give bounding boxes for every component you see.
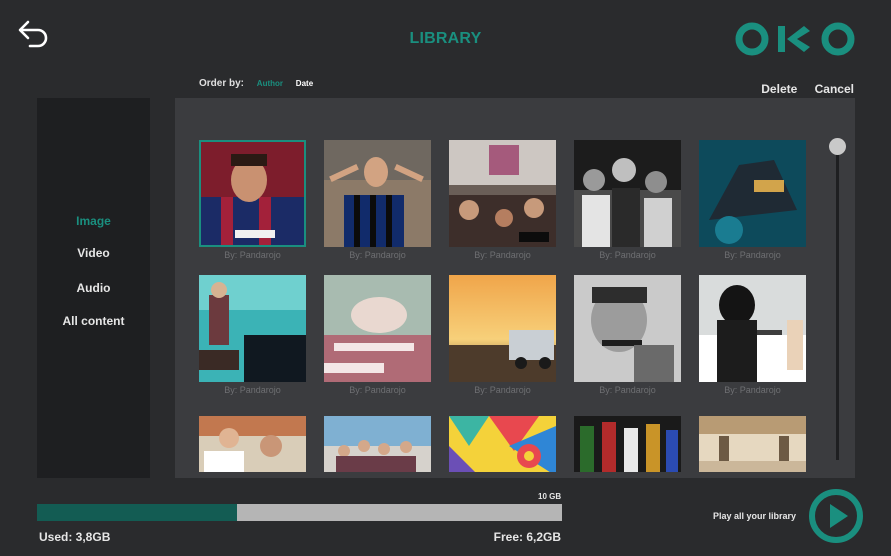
thumbnail-caption: By: Pandarojo: [599, 385, 656, 395]
media-thumbnail[interactable]: [199, 140, 306, 247]
delete-button[interactable]: Delete: [761, 82, 797, 96]
thumbnail-caption: By: Pandarojo: [724, 250, 781, 260]
sidebar-item-audio[interactable]: Audio: [37, 281, 150, 295]
sidebar-item-video[interactable]: Video: [37, 246, 150, 260]
media-thumbnail[interactable]: [574, 416, 681, 472]
thumbnail-caption: By: Pandarojo: [724, 385, 781, 395]
play-icon[interactable]: [808, 488, 864, 544]
thumbnail-caption: By: Pandarojo: [224, 385, 281, 395]
sidebar: Image Video Audio All content: [37, 98, 150, 478]
play-all-label: Play all your library: [712, 511, 796, 521]
thumbnail-caption: By: Pandarojo: [349, 385, 406, 395]
top-actions: Delete Cancel: [747, 82, 854, 96]
media-thumbnail[interactable]: [699, 275, 806, 382]
media-thumbnail[interactable]: [449, 275, 556, 382]
order-by: Order by: Author Date: [199, 78, 313, 89]
thumbnail-caption: By: Pandarojo: [474, 385, 531, 395]
media-thumbnail[interactable]: [199, 275, 306, 382]
sidebar-item-image[interactable]: Image: [37, 214, 150, 228]
scrollbar-thumb[interactable]: [829, 138, 846, 155]
storage-used-fill: [37, 504, 237, 521]
media-grid: By: Pandarojo By: Pandarojo By: Pandaroj…: [175, 98, 855, 478]
sidebar-item-all-content[interactable]: All content: [37, 314, 150, 328]
media-thumbnail[interactable]: [199, 416, 306, 472]
storage-used-label: Used: 3,8GB: [39, 530, 111, 544]
order-by-label: Order by:: [199, 78, 245, 89]
order-date-option[interactable]: Date: [296, 79, 313, 88]
media-thumbnail[interactable]: [449, 140, 556, 247]
storage-capacity-label: 10 GB: [538, 492, 562, 501]
thumbnail-caption: By: Pandarojo: [224, 250, 281, 260]
media-thumbnail[interactable]: [324, 416, 431, 472]
media-thumbnail[interactable]: [699, 416, 806, 472]
thumbnail-caption: By: Pandarojo: [474, 250, 531, 260]
media-thumbnail[interactable]: [324, 275, 431, 382]
storage-free-label: Free: 6,2GB: [493, 530, 561, 544]
media-thumbnail[interactable]: [449, 416, 556, 472]
oko-logo: [735, 22, 855, 56]
media-thumbnail[interactable]: [324, 140, 431, 247]
storage-bar: [37, 504, 562, 521]
scrollbar-track[interactable]: [836, 138, 839, 460]
library-screen: LIBRARY Order by: Author Date Delete Can…: [0, 0, 891, 556]
media-thumbnail[interactable]: [574, 140, 681, 247]
media-thumbnail[interactable]: [699, 140, 806, 247]
thumbnail-caption: By: Pandarojo: [599, 250, 656, 260]
cancel-button[interactable]: Cancel: [815, 82, 854, 96]
thumbnail-caption: By: Pandarojo: [349, 250, 406, 260]
media-thumbnail[interactable]: [574, 275, 681, 382]
order-author-option[interactable]: Author: [257, 79, 283, 88]
